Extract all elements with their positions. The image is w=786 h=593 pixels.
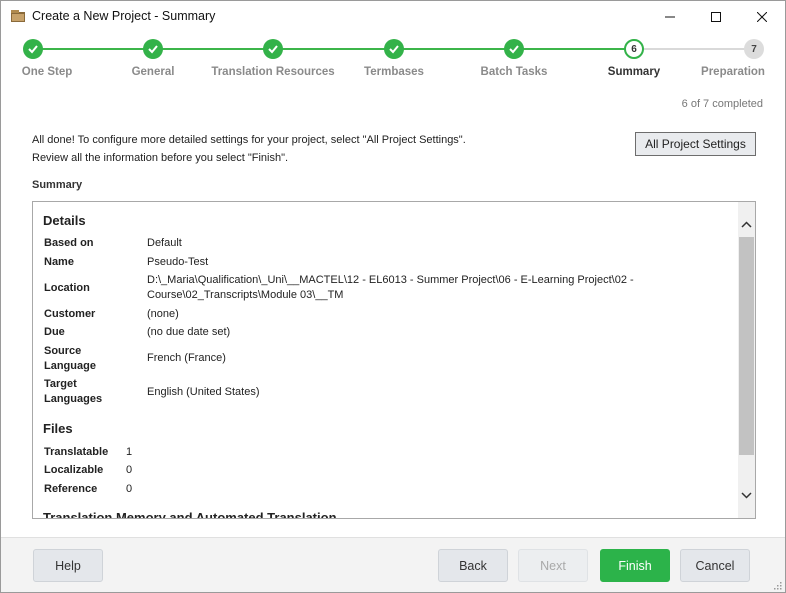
cancel-button[interactable]: Cancel <box>680 549 750 582</box>
step-general-label[interactable]: General <box>132 66 175 78</box>
wizard-window: Create a New Project - Summary One Step … <box>0 0 786 593</box>
based-on-value: Default <box>147 237 182 249</box>
summary-heading: Summary <box>32 179 83 191</box>
location-value-line-1: D:\_Maria\Qualification\_Uni\__MACTEL\12… <box>147 274 634 286</box>
progress-text: 6 of 7 completed <box>681 98 763 110</box>
title-bar: Create a New Project - Summary <box>1 1 785 32</box>
footer-bar: Help Back Next Finish Cancel <box>1 537 785 592</box>
chevron-down-icon <box>741 492 752 499</box>
intro-text-line-1: All done! To configure more detailed set… <box>32 134 466 146</box>
step-batch-tasks-check-icon[interactable] <box>504 39 524 59</box>
reference-label: Reference <box>44 483 98 495</box>
back-button[interactable]: Back <box>438 549 508 582</box>
close-button[interactable] <box>739 1 785 32</box>
due-value: (no due date set) <box>147 326 231 338</box>
all-project-settings-button[interactable]: All Project Settings <box>635 132 756 156</box>
step-general-check-icon[interactable] <box>143 39 163 59</box>
scroll-down-button[interactable] <box>738 487 755 504</box>
based-on-label: Based on <box>44 237 94 249</box>
step-one-step-label[interactable]: One Step <box>22 66 72 78</box>
translatable-label: Translatable <box>44 446 109 458</box>
translatable-value: 1 <box>126 446 133 458</box>
resize-grip-icon[interactable] <box>772 579 782 590</box>
location-label: Location <box>44 282 90 294</box>
progress-line-remaining <box>633 48 754 50</box>
source-language-label-line-2: Language <box>44 360 96 372</box>
step-preparation-label: Preparation <box>701 66 765 78</box>
wizard-stepper: One Step General Translation Resources T… <box>1 37 785 87</box>
minimize-icon <box>665 16 675 17</box>
source-language-label-line-1: Source <box>44 345 82 357</box>
files-section-title: Files <box>43 421 73 436</box>
step-summary-number: 6 <box>624 39 644 59</box>
localizable-value: 0 <box>126 464 133 476</box>
due-label: Due <box>44 326 65 338</box>
app-icon <box>11 10 25 22</box>
target-languages-value: English (United States) <box>147 386 260 398</box>
step-termbases-label[interactable]: Termbases <box>364 66 424 78</box>
step-translation-resources-check-icon[interactable] <box>263 39 283 59</box>
scroll-thumb[interactable] <box>739 237 754 455</box>
step-preparation-number: 7 <box>744 39 764 59</box>
step-termbases-check-icon[interactable] <box>384 39 404 59</box>
help-button[interactable]: Help <box>33 549 103 582</box>
step-translation-resources-label[interactable]: Translation Resources <box>211 66 334 78</box>
intro-text-line-2: Review all the information before you se… <box>32 152 289 164</box>
summary-scrollbar[interactable] <box>738 202 755 518</box>
step-batch-tasks-label[interactable]: Batch Tasks <box>481 66 548 78</box>
source-language-value: French (France) <box>147 352 226 364</box>
scroll-up-button[interactable] <box>738 216 755 233</box>
window-title: Create a New Project - Summary <box>32 9 216 23</box>
maximize-button[interactable] <box>693 1 739 32</box>
summary-content: Details Based on Default Name Pseudo-Tes… <box>33 202 738 518</box>
close-icon <box>757 11 767 22</box>
next-button[interactable]: Next <box>518 549 588 582</box>
target-languages-label-line-2: Languages <box>44 393 103 405</box>
customer-label: Customer <box>44 308 96 320</box>
customer-value: (none) <box>147 308 179 320</box>
step-summary-label: Summary <box>607 66 661 78</box>
reference-value: 0 <box>126 483 133 495</box>
name-value: Pseudo-Test <box>147 256 209 268</box>
target-languages-label-line-1: Target <box>44 378 77 390</box>
localizable-label: Localizable <box>44 464 104 476</box>
details-section-title: Details <box>43 213 86 228</box>
minimize-button[interactable] <box>647 1 693 32</box>
progress-line-complete <box>33 48 633 50</box>
chevron-up-icon <box>741 221 752 228</box>
name-label: Name <box>44 256 74 268</box>
step-one-step-check-icon[interactable] <box>23 39 43 59</box>
maximize-icon <box>711 11 721 22</box>
summary-panel[interactable]: Details Based on Default Name Pseudo-Tes… <box>32 201 756 519</box>
tm-section-title: Translation Memory and Automated Transla… <box>43 510 337 518</box>
location-value-line-2: Course\02_Transcripts\Module 03\__TM <box>147 289 344 301</box>
finish-button[interactable]: Finish <box>600 549 670 582</box>
